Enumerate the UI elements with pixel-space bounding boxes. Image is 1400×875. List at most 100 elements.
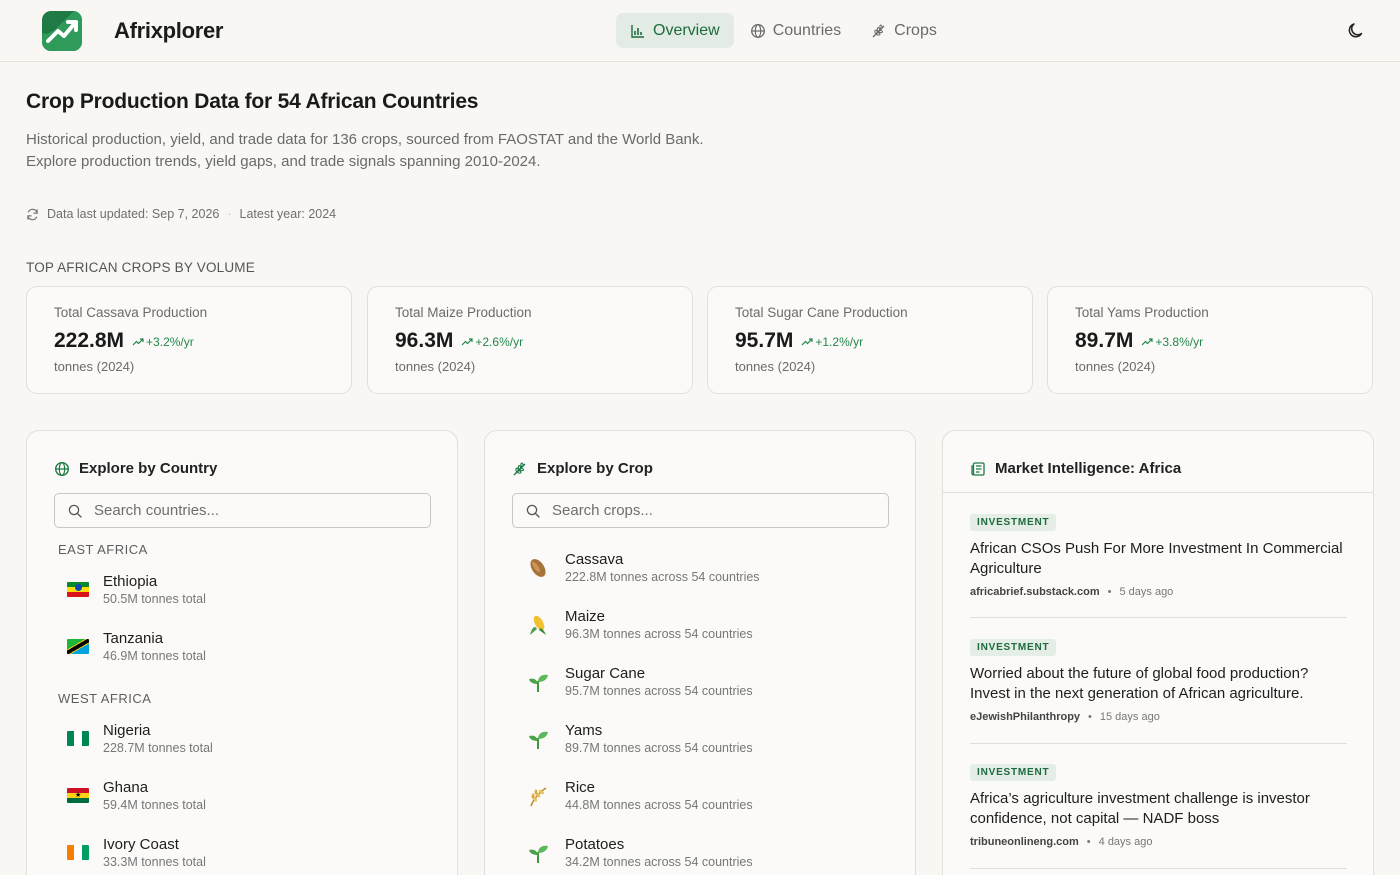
country-total: 50.5M tonnes total	[103, 592, 206, 606]
app-name[interactable]: Afrixplorer	[114, 18, 223, 44]
search-countries-input[interactable]	[94, 502, 414, 519]
news-tag: INVESTMENT	[970, 764, 1057, 781]
rice-icon	[525, 783, 551, 809]
seedling-icon	[525, 726, 551, 752]
separator-dot: ·	[227, 207, 232, 221]
crop-name: Sugar Cane	[565, 665, 646, 682]
country-search[interactable]	[54, 493, 431, 528]
country-item-ghana[interactable]: ★ Ghana 59.4M tonnes total	[67, 779, 206, 812]
stat-card-cassava[interactable]: Total Cassava Production 222.8M +3.2%/yr…	[26, 286, 352, 394]
news-meta: africabrief.substack.com • 5 days ago	[970, 586, 1347, 598]
news-item[interactable]: INVESTMENT African CSOs Push For More In…	[970, 512, 1347, 598]
country-name: Ghana	[103, 779, 149, 796]
stat-card-yams[interactable]: Total Yams Production 89.7M +3.8%/yr ton…	[1047, 286, 1373, 394]
country-name: Ethiopia	[103, 573, 158, 590]
bar-chart-icon	[631, 24, 644, 38]
nigeria-flag-icon	[67, 731, 89, 746]
news-title[interactable]: Africa’s agriculture investment challeng…	[970, 789, 1347, 829]
tanzania-flag-icon	[67, 639, 89, 654]
region-label-west-africa: WEST AFRICA	[58, 691, 152, 706]
seedling-icon	[525, 840, 551, 866]
trend-up-icon	[461, 338, 473, 346]
stat-unit: tonnes (2024)	[735, 359, 816, 374]
maize-icon	[525, 612, 551, 638]
crop-item-yams[interactable]: Yams 89.7M tonnes across 54 countries	[525, 722, 753, 755]
crop-item-rice[interactable]: Rice 44.8M tonnes across 54 countries	[525, 779, 753, 812]
explore-crop-panel: Explore by Crop Cassava 222.8M tonnes acr…	[484, 430, 916, 875]
country-item-ivory-coast[interactable]: Ivory Coast 33.3M tonnes total	[67, 836, 206, 869]
divider	[970, 868, 1347, 869]
stat-value: 222.8M	[54, 329, 125, 352]
crop-meta: 34.2M tonnes across 54 countries	[565, 855, 753, 869]
country-item-tanzania[interactable]: Tanzania 46.9M tonnes total	[67, 630, 206, 663]
crop-item-sugar-cane[interactable]: Sugar Cane 95.7M tonnes across 54 countri…	[525, 665, 753, 698]
country-total: 46.9M tonnes total	[103, 649, 206, 663]
main-nav: Overview Countries Crops	[616, 13, 951, 48]
ethiopia-flag-icon	[67, 582, 89, 597]
stat-label: Total Yams Production	[1075, 305, 1209, 320]
stat-label: Total Sugar Cane Production	[735, 305, 908, 320]
stat-change: +1.2%/yr	[801, 335, 863, 349]
stat-unit: tonnes (2024)	[54, 359, 135, 374]
stat-change: +2.6%/yr	[461, 335, 523, 349]
stat-value: 89.7M	[1075, 329, 1134, 352]
globe-icon	[54, 461, 70, 476]
news-meta: eJewishPhilanthropy • 15 days ago	[970, 711, 1347, 723]
crop-item-cassava[interactable]: Cassava 222.8M tonnes across 54 countries	[525, 551, 760, 584]
search-icon	[68, 504, 82, 518]
trend-up-icon	[1141, 338, 1153, 346]
nav-crops[interactable]: Crops	[857, 13, 951, 48]
country-item-ethiopia[interactable]: Ethiopia 50.5M tonnes total	[67, 573, 206, 606]
top-bar: Afrixplorer Overview Countries Crops	[0, 0, 1400, 62]
data-updated-info: Data last updated: Sep 7, 2026 · Latest …	[26, 207, 336, 221]
country-name: Tanzania	[103, 630, 164, 647]
country-name: Nigeria	[103, 722, 151, 739]
trend-up-icon	[132, 338, 144, 346]
stat-unit: tonnes (2024)	[1075, 359, 1156, 374]
news-item[interactable]: INVESTMENT Africa’s agriculture investme…	[970, 762, 1347, 848]
latest-year: Latest year: 2024	[239, 207, 337, 221]
country-total: 59.4M tonnes total	[103, 798, 206, 812]
ivory-coast-flag-icon	[67, 845, 89, 860]
subtitle-line-1: Historical production, yield, and trade …	[26, 131, 704, 148]
crop-name: Yams	[565, 722, 603, 739]
crop-item-potatoes[interactable]: Potatoes 34.2M tonnes across 54 countries	[525, 836, 753, 869]
nav-countries[interactable]: Countries	[736, 13, 855, 48]
news-age: 5 days ago	[1119, 586, 1174, 598]
stat-change-value: +2.6%/yr	[475, 335, 524, 349]
news-source: africabrief.substack.com	[970, 586, 1100, 598]
updated-date: Data last updated: Sep 7, 2026	[47, 207, 220, 221]
nav-overview-label: Overview	[653, 21, 720, 39]
panel-header: Market Intelligence: Africa	[970, 460, 1181, 477]
news-title[interactable]: Worried about the future of global food …	[970, 664, 1347, 704]
crop-name: Potatoes	[565, 836, 625, 853]
news-tag: INVESTMENT	[970, 514, 1057, 531]
stat-card-sugar-cane[interactable]: Total Sugar Cane Production 95.7M +1.2%/…	[707, 286, 1033, 394]
crop-meta: 96.3M tonnes across 54 countries	[565, 627, 753, 641]
moon-icon[interactable]	[1346, 21, 1366, 41]
wheat-icon	[872, 23, 885, 37]
stat-change-value: +1.2%/yr	[815, 335, 864, 349]
market-intelligence-panel: Market Intelligence: Africa INVESTMENT A…	[942, 430, 1374, 875]
crop-search[interactable]	[512, 493, 889, 528]
news-title[interactable]: African CSOs Push For More Investment In…	[970, 539, 1347, 579]
country-item-nigeria[interactable]: Nigeria 228.7M tonnes total	[67, 722, 213, 755]
search-crops-input[interactable]	[552, 502, 872, 519]
nav-overview[interactable]: Overview	[616, 13, 734, 48]
wheat-icon	[513, 461, 526, 475]
stat-label: Total Cassava Production	[54, 305, 208, 320]
crop-meta: 222.8M tonnes across 54 countries	[565, 570, 760, 584]
crop-name: Maize	[565, 608, 606, 625]
stat-card-maize[interactable]: Total Maize Production 96.3M +2.6%/yr to…	[367, 286, 693, 394]
crop-item-maize[interactable]: Maize 96.3M tonnes across 54 countries	[525, 608, 753, 641]
subtitle-line-2: Explore production trends, yield gaps, a…	[26, 153, 541, 170]
divider	[970, 617, 1347, 618]
stat-label: Total Maize Production	[395, 305, 532, 320]
explore-country-panel: Explore by Country EAST AFRICA Ethiopia 5…	[26, 430, 458, 875]
stat-value: 96.3M	[395, 329, 454, 352]
news-age: 4 days ago	[1098, 836, 1153, 848]
news-meta: tribuneonlineng.com • 4 days ago	[970, 836, 1347, 848]
logo-icon[interactable]	[42, 11, 82, 51]
panel-title: Explore by Crop	[537, 460, 653, 477]
news-item[interactable]: INVESTMENT Worried about the future of g…	[970, 637, 1347, 723]
